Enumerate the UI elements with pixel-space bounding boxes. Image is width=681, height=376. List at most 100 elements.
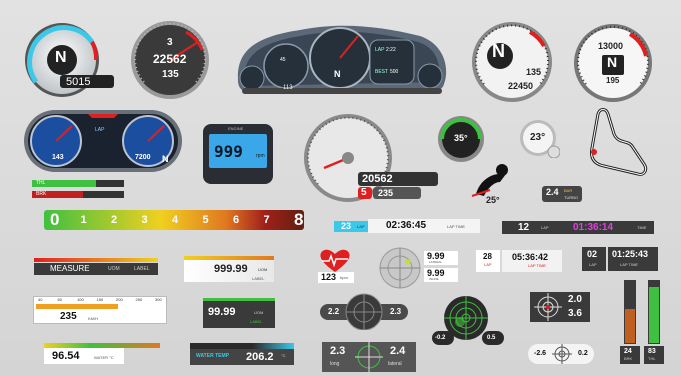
left-vbar-fill	[625, 309, 635, 343]
cluster-best-value: 500	[390, 69, 399, 75]
shift-scale-label: 7	[263, 214, 270, 226]
lap-dark-label: LAP	[541, 225, 549, 230]
measure-label: MEASURE	[50, 264, 90, 273]
turbo-unit: BAR	[564, 188, 573, 193]
red-speedo-gear: 5	[361, 187, 367, 198]
lap02-number: 02	[587, 249, 598, 259]
lap02-time: 01:25:43	[612, 249, 649, 259]
brk-label: BRK	[36, 191, 47, 197]
left-vbar-value: 24	[624, 348, 632, 355]
gforce-circle	[379, 247, 421, 289]
orange-scale-tick: 300	[155, 297, 162, 302]
shift-scale-label: 5	[202, 214, 209, 226]
speedo-gear: 3	[167, 37, 173, 48]
long-lat-crosshair	[355, 342, 383, 372]
cluster-bottom-value: 113	[283, 85, 293, 91]
gforce-pill-right: 2.3	[390, 307, 402, 316]
right-vbar-label: THL	[648, 356, 656, 361]
tacho-cyan-gauge	[25, 23, 99, 97]
left-vbar-label: BRK	[624, 356, 633, 361]
turbo-value: 2.4	[546, 187, 559, 197]
orange-scale-tick: 40	[38, 297, 43, 302]
yellow-readout-value: 999.99	[214, 263, 248, 275]
thl-label: THL	[36, 180, 46, 186]
shift-scale-label: 2	[111, 214, 118, 226]
turbo-label: TURBO	[564, 195, 578, 200]
green-readout-label: LABEL	[250, 319, 263, 324]
inline-label: INLINE	[429, 277, 439, 281]
tacho-rpm: 5015	[66, 76, 91, 88]
orange-scale-unit: KM/H	[88, 316, 98, 321]
gforce-pill-left: 2.2	[328, 307, 340, 316]
lap28-time-label: LAP TIME	[528, 263, 547, 268]
lap-cyan-time-label: LAP TIME	[447, 224, 466, 229]
long-label: long	[330, 361, 340, 367]
lat-label: lateral	[388, 361, 402, 367]
orange-scale-fill	[36, 304, 118, 309]
crosshair-icon	[534, 293, 562, 321]
lap-dark-time-label: TIME	[637, 225, 647, 230]
heart-rate-unit: bpm	[340, 275, 348, 280]
dashboard-cluster	[237, 25, 447, 94]
shift-scale-label: 0	[50, 210, 60, 229]
water-temp-unit: °C	[281, 353, 286, 358]
orange-scale-tick: 150	[96, 297, 104, 302]
rpm-gauge-speed: 195	[606, 76, 620, 85]
red-speedo-odometer: 20562	[362, 173, 393, 185]
lap02-time-label: LAP TIME	[620, 262, 639, 267]
lcd-brand: ENGINE	[228, 126, 244, 131]
heart-icon	[320, 249, 350, 272]
long-value: 2.3	[330, 345, 346, 357]
orange-scale-tick: 100	[77, 297, 84, 302]
cluster-lap-value: 2:22	[386, 47, 396, 53]
yellow-readout-label: LABEL	[252, 276, 265, 281]
lap02-label: LAP	[589, 262, 597, 267]
lateral-label: LATERAL	[429, 260, 443, 264]
twin-right-value: 7200	[135, 154, 151, 161]
cluster-lap-label: LAP	[375, 47, 385, 53]
shift-scale-label: 6	[233, 214, 240, 226]
orange-scale-tick: 200	[116, 297, 123, 302]
thl-track	[32, 180, 124, 187]
lap-cyan-time: 02:36:45	[386, 220, 427, 231]
white-gauge-speed: 135	[526, 67, 542, 77]
cluster-best-label: BEST	[375, 69, 389, 75]
twin-gear: N	[162, 154, 169, 164]
crosshair-bottom: 3.6	[568, 308, 582, 319]
white-gauge-odometer: 22450	[508, 81, 534, 91]
lap-cyan-label: LAP	[357, 224, 365, 229]
white-gauge-gear: N	[492, 41, 505, 61]
shift-scale-label: 1	[80, 214, 87, 226]
lcd-value: 999	[214, 142, 243, 161]
shift-scale-label: 3	[141, 214, 148, 226]
crosshair-top: 2.0	[568, 294, 582, 305]
orange-scale-value: 235	[60, 311, 77, 322]
speedo-speed: 135	[162, 69, 179, 80]
shift-scale-label: 4	[172, 214, 179, 226]
water-small-label: WATER °C	[94, 355, 114, 360]
green-readout-top	[203, 298, 275, 301]
track-map	[590, 108, 648, 176]
widget-sheet: N 5015 3 22562 135 N LAP 2:22 BEST 500 1…	[0, 0, 681, 376]
white-gear-gauge	[472, 22, 552, 102]
twin-left-value: 143	[52, 154, 64, 161]
cluster-gear: N	[334, 69, 341, 79]
lean-angle-value: 25°	[486, 195, 500, 205]
water-small-value: 96.54	[52, 350, 80, 362]
measure-extra: LABEL	[134, 266, 150, 272]
water-temp-label: WATER TEMP	[196, 353, 229, 359]
lap-dark-number: 12	[518, 222, 530, 233]
right-vbar-value: 83	[648, 348, 656, 355]
silver-gauge-value: 23°	[530, 132, 546, 143]
heart-rate-value: 123	[321, 272, 337, 282]
orange-scale-tick: 60	[57, 297, 62, 302]
speedo-odometer: 22562	[153, 52, 187, 66]
lap-cyan-number: 23	[341, 221, 352, 231]
target-left: -2.6	[534, 350, 547, 357]
shift-scale-label: 8	[294, 210, 304, 229]
lean-angle-rider-icon	[471, 164, 508, 197]
twin-lap-label: LAP	[95, 127, 105, 133]
lcd-unit: rpm	[256, 153, 265, 159]
cluster-speed-left: 45	[280, 57, 286, 63]
target-icon	[552, 344, 572, 364]
